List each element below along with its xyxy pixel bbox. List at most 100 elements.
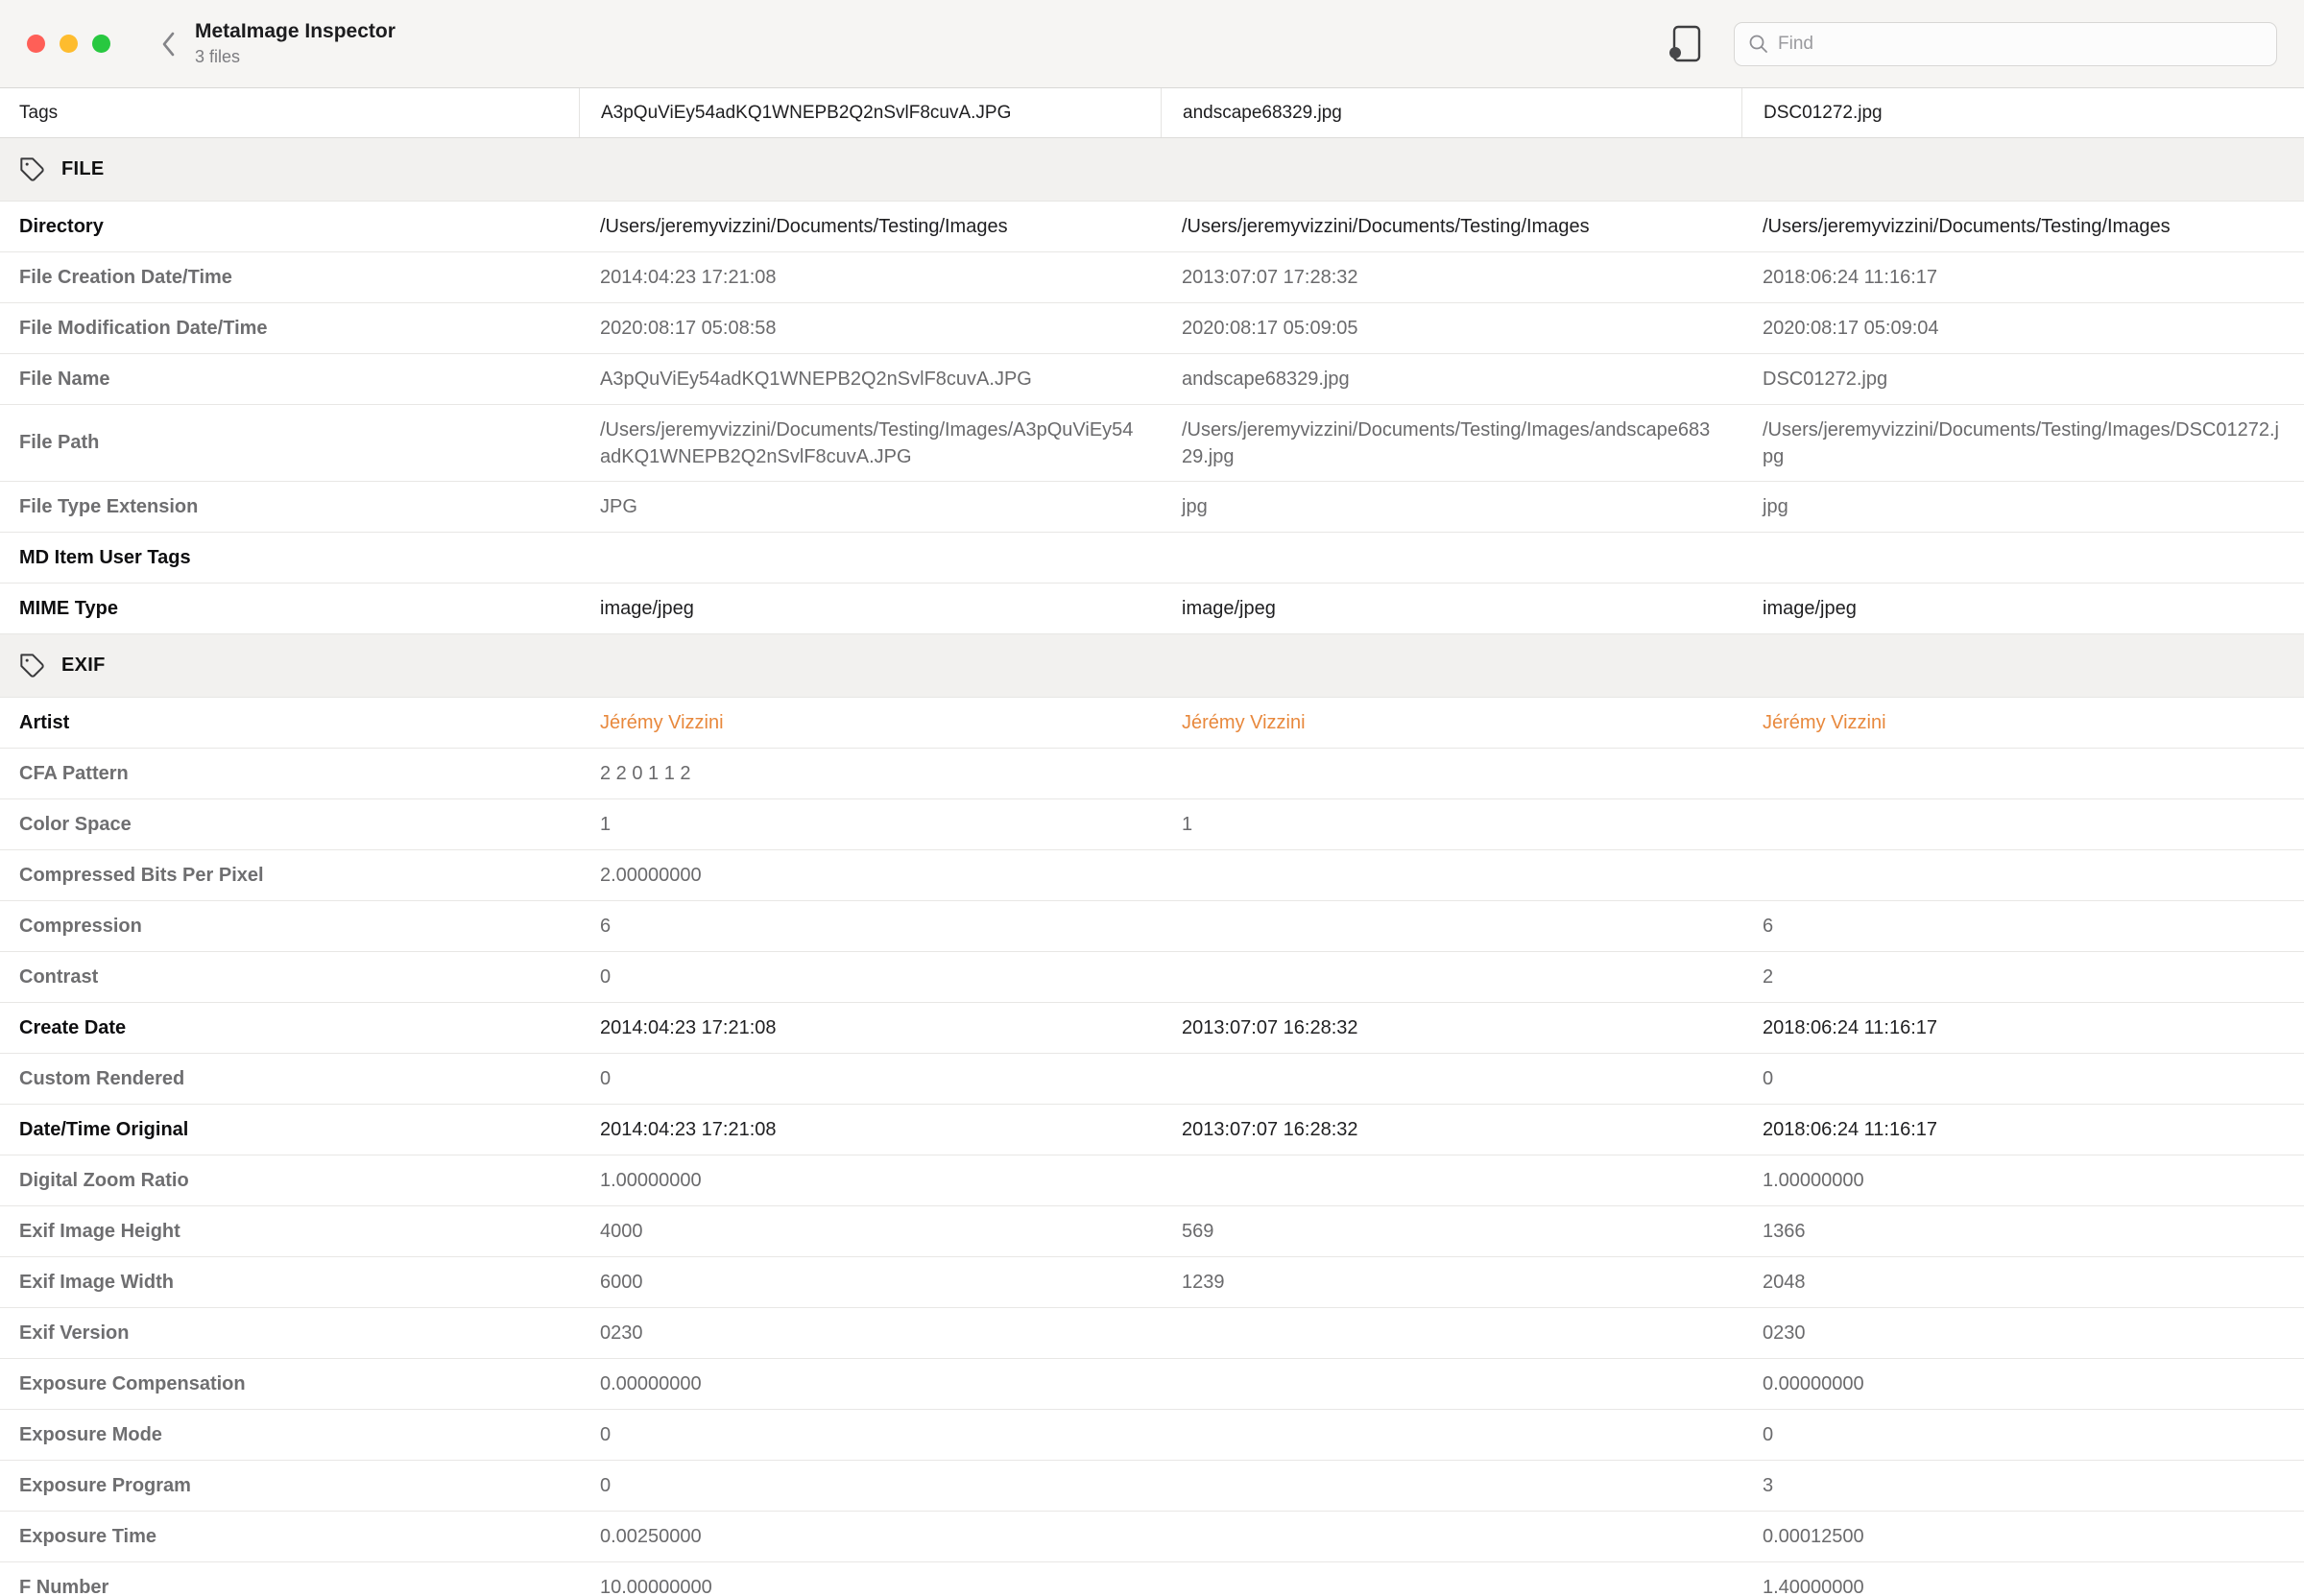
cell-value[interactable]: 2 bbox=[1741, 961, 2304, 994]
table-row: Exif Image Width 6000 1239 2048 bbox=[0, 1257, 2304, 1308]
cell-value[interactable]: 2013:07:07 16:28:32 bbox=[1161, 1012, 1741, 1045]
cell-value[interactable]: image/jpeg bbox=[579, 592, 1161, 626]
cell-value[interactable] bbox=[1161, 1378, 1741, 1390]
cell-value[interactable]: 0.00000000 bbox=[579, 1368, 1161, 1401]
cell-value[interactable]: 2 2 0 1 1 2 bbox=[579, 757, 1161, 791]
cell-value[interactable]: 2013:07:07 17:28:32 bbox=[1161, 261, 1741, 295]
cell-value[interactable]: 6 bbox=[579, 910, 1161, 943]
cell-value[interactable] bbox=[1161, 1480, 1741, 1491]
row-label: File Creation Date/Time bbox=[0, 261, 579, 295]
cell-value[interactable] bbox=[579, 552, 1161, 563]
cell-value[interactable]: 2018:06:24 11:16:17 bbox=[1741, 1012, 2304, 1045]
cell-value[interactable]: 2014:04:23 17:21:08 bbox=[579, 261, 1161, 295]
cell-value[interactable]: 6 bbox=[1741, 910, 2304, 943]
cell-value[interactable]: 0 bbox=[579, 1418, 1161, 1452]
cell-value[interactable]: 0230 bbox=[579, 1317, 1161, 1350]
cell-value[interactable]: 0 bbox=[579, 1469, 1161, 1503]
cell-value[interactable] bbox=[1161, 768, 1741, 779]
minimize-button[interactable] bbox=[60, 35, 78, 53]
cell-value[interactable]: 1239 bbox=[1161, 1266, 1741, 1299]
cell-value[interactable]: 1.00000000 bbox=[579, 1164, 1161, 1198]
cell-value[interactable]: 0230 bbox=[1741, 1317, 2304, 1350]
cell-value[interactable]: 2014:04:23 17:21:08 bbox=[579, 1012, 1161, 1045]
find-field[interactable] bbox=[1734, 22, 2277, 66]
column-header-row: Tags A3pQuViEy54adKQ1WNEPB2Q2nSvlF8cuvA.… bbox=[0, 88, 2304, 138]
cell-value[interactable]: jpg bbox=[1161, 490, 1741, 524]
cell-value[interactable]: 2018:06:24 11:16:17 bbox=[1741, 1113, 2304, 1147]
cell-value[interactable]: 1.00000000 bbox=[1741, 1164, 2304, 1198]
cell-value[interactable] bbox=[1161, 1429, 1741, 1441]
cell-value[interactable]: /Users/jeremyvizzini/Documents/Testing/I… bbox=[579, 210, 1161, 244]
cell-value[interactable]: /Users/jeremyvizzini/Documents/Testing/I… bbox=[579, 411, 1161, 476]
cell-value[interactable] bbox=[1161, 1175, 1741, 1186]
cell-value[interactable]: 0.00012500 bbox=[1741, 1520, 2304, 1554]
cell-value[interactable]: image/jpeg bbox=[1161, 592, 1741, 626]
document-button[interactable] bbox=[1667, 22, 1705, 66]
cell-value[interactable]: /Users/jeremyvizzini/Documents/Testing/I… bbox=[1741, 210, 2304, 244]
file-column-header[interactable]: DSC01272.jpg bbox=[1741, 88, 2304, 137]
table-row: Exif Image Height 4000 569 1366 bbox=[0, 1206, 2304, 1257]
cell-value[interactable]: 10.00000000 bbox=[579, 1571, 1161, 1596]
cell-value[interactable]: /Users/jeremyvizzini/Documents/Testing/I… bbox=[1161, 210, 1741, 244]
cell-value[interactable] bbox=[1161, 1531, 1741, 1542]
row-label: Compressed Bits Per Pixel bbox=[0, 859, 579, 893]
cell-value[interactable]: 1 bbox=[579, 808, 1161, 842]
cell-value[interactable]: 2020:08:17 05:09:04 bbox=[1741, 312, 2304, 345]
cell-value[interactable]: 4000 bbox=[579, 1215, 1161, 1249]
cell-value[interactable]: jpg bbox=[1741, 490, 2304, 524]
cell-value[interactable]: Jérémy Vizzini bbox=[1161, 706, 1741, 740]
cell-value[interactable]: Jérémy Vizzini bbox=[579, 706, 1161, 740]
cell-value[interactable]: 2013:07:07 16:28:32 bbox=[1161, 1113, 1741, 1147]
cell-value[interactable]: 0.00250000 bbox=[579, 1520, 1161, 1554]
table-row: CFA Pattern 2 2 0 1 1 2 bbox=[0, 749, 2304, 799]
cell-value[interactable]: 2018:06:24 11:16:17 bbox=[1741, 261, 2304, 295]
cell-value[interactable] bbox=[1741, 819, 2304, 830]
cell-value[interactable]: image/jpeg bbox=[1741, 592, 2304, 626]
table-row: Date/Time Original 2014:04:23 17:21:08 2… bbox=[0, 1105, 2304, 1155]
title-block: MetaImage Inspector 3 files bbox=[195, 20, 396, 67]
cell-value[interactable]: 6000 bbox=[579, 1266, 1161, 1299]
cell-value[interactable] bbox=[1161, 1073, 1741, 1084]
cell-value[interactable] bbox=[1161, 1327, 1741, 1339]
cell-value[interactable] bbox=[1741, 552, 2304, 563]
cell-value[interactable] bbox=[1161, 920, 1741, 932]
cell-value[interactable]: 2020:08:17 05:09:05 bbox=[1161, 312, 1741, 345]
file-column-header[interactable]: A3pQuViEy54adKQ1WNEPB2Q2nSvlF8cuvA.JPG bbox=[579, 88, 1161, 137]
cell-value[interactable]: andscape68329.jpg bbox=[1161, 363, 1741, 396]
cell-value[interactable]: 1.40000000 bbox=[1741, 1571, 2304, 1596]
row-label: Directory bbox=[0, 210, 579, 244]
cell-value[interactable]: 2014:04:23 17:21:08 bbox=[579, 1113, 1161, 1147]
cell-value[interactable]: 0 bbox=[1741, 1062, 2304, 1096]
section-header: FILE bbox=[0, 138, 2304, 202]
cell-value[interactable]: 1366 bbox=[1741, 1215, 2304, 1249]
cell-value[interactable]: 3 bbox=[1741, 1469, 2304, 1503]
cell-value[interactable] bbox=[1161, 1582, 1741, 1593]
close-button[interactable] bbox=[27, 35, 45, 53]
cell-value[interactable]: 0 bbox=[579, 1062, 1161, 1096]
cell-value[interactable]: 2020:08:17 05:08:58 bbox=[579, 312, 1161, 345]
cell-value[interactable]: DSC01272.jpg bbox=[1741, 363, 2304, 396]
cell-value[interactable]: 2048 bbox=[1741, 1266, 2304, 1299]
row-label: Contrast bbox=[0, 961, 579, 994]
cell-value[interactable]: JPG bbox=[579, 490, 1161, 524]
row-label: CFA Pattern bbox=[0, 757, 579, 791]
cell-value[interactable]: /Users/jeremyvizzini/Documents/Testing/I… bbox=[1741, 411, 2304, 476]
cell-value[interactable] bbox=[1161, 552, 1741, 563]
cell-value[interactable]: A3pQuViEy54adKQ1WNEPB2Q2nSvlF8cuvA.JPG bbox=[579, 363, 1161, 396]
cell-value[interactable]: 0.00000000 bbox=[1741, 1368, 2304, 1401]
cell-value[interactable] bbox=[1741, 869, 2304, 881]
file-column-header[interactable]: andscape68329.jpg bbox=[1161, 88, 1741, 137]
zoom-button[interactable] bbox=[92, 35, 110, 53]
cell-value[interactable] bbox=[1741, 768, 2304, 779]
back-button[interactable] bbox=[149, 21, 189, 67]
cell-value[interactable]: /Users/jeremyvizzini/Documents/Testing/I… bbox=[1161, 411, 1741, 476]
cell-value[interactable]: 1 bbox=[1161, 808, 1741, 842]
cell-value[interactable] bbox=[1161, 971, 1741, 983]
cell-value[interactable] bbox=[1161, 869, 1741, 881]
cell-value[interactable]: 0 bbox=[579, 961, 1161, 994]
cell-value[interactable]: Jérémy Vizzini bbox=[1741, 706, 2304, 740]
cell-value[interactable]: 0 bbox=[1741, 1418, 2304, 1452]
cell-value[interactable]: 569 bbox=[1161, 1215, 1741, 1249]
find-input[interactable] bbox=[1778, 34, 2263, 55]
cell-value[interactable]: 2.00000000 bbox=[579, 859, 1161, 893]
